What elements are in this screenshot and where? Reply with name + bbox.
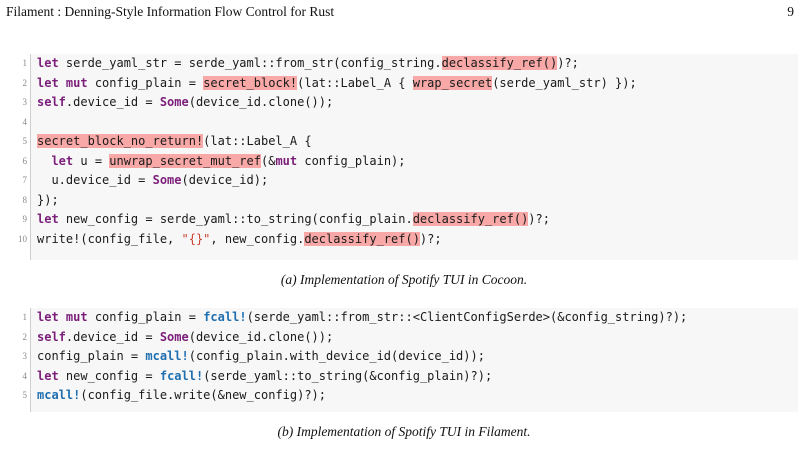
string-literal-token: "{}" — [181, 231, 211, 246]
keyword-token: mut — [275, 153, 298, 168]
code-token: write!(config_file, — [37, 231, 182, 246]
line-number: 9 — [22, 214, 28, 224]
macro-token: fcall! — [159, 368, 204, 383]
listing-caption-b: (b) Implementation of Spotify TUI in Fil… — [277, 424, 531, 439]
code-token: config_plain); — [297, 153, 406, 168]
code-token: (config_file.write(&new_config)?); — [80, 388, 326, 402]
code-line: 9 let new_config = serde_yaml::to_string(… — [23, 210, 798, 230]
code-line: 2 self.device_id = Some(device_id.clone()… — [23, 328, 798, 348]
code-token: (& — [260, 153, 276, 168]
line-number: 10 — [18, 233, 27, 244]
line-number: 2 — [22, 331, 28, 342]
highlighted-code-token: wrap_secret — [412, 75, 493, 90]
code-token: }); — [37, 192, 59, 207]
line-number: 6 — [22, 155, 28, 166]
code-line: 4 — [23, 113, 798, 133]
listing-caption-a: (a) Implementation of Spotify TUI in Coc… — [280, 272, 528, 287]
code-token: .device_id = — [65, 329, 160, 344]
code-line: 1 let mut config_plain = fcall!(serde_yam… — [23, 308, 798, 328]
code-line: 10 write!(config_file, "{}", new_config.d… — [18, 230, 798, 250]
code-line: 5 mcall!(config_file.write(&new_config)?)… — [23, 386, 798, 406]
line-number: 7 — [22, 175, 28, 185]
code-token: u = — [73, 153, 110, 168]
code-listing-filament: 1 let mut config_plain = fcall!(serde_yam… — [23, 308, 798, 412]
code-token: (serde_yaml_str) }); — [492, 75, 637, 90]
keyword-token: Some — [159, 329, 189, 344]
code-token: (lat::Label_A { — [203, 134, 312, 148]
highlighted-code-token: declassify_ref() — [412, 212, 529, 226]
code-line: 2 let mut config_plain = secret_block!(la… — [23, 74, 798, 94]
code-line: 8}); — [23, 191, 798, 211]
line-number: 8 — [22, 194, 28, 205]
line-number: 1 — [22, 312, 28, 322]
code-token: new_config = serde_yaml::to_string(confi… — [58, 212, 413, 226]
code-token: (serde_yaml::from_str::<ClientConfigSerd… — [246, 310, 688, 324]
code-line: 7 u.device_id = Some(device_id); — [23, 171, 798, 191]
keyword-token: self — [37, 95, 66, 109]
line-number: 3 — [22, 351, 28, 361]
code-line: 4 let new_config = fcall!(serde_yaml::to_… — [23, 367, 798, 387]
line-number: 2 — [22, 77, 28, 88]
code-token: new_config = — [58, 368, 160, 383]
keyword-token: mut — [65, 310, 88, 324]
keyword-token: mut — [65, 75, 88, 90]
code-line: 5 secret_block_no_return!(lat::Label_A { — [23, 132, 798, 152]
code-line: 3 config_plain = mcall!(config_plain.with… — [23, 347, 798, 367]
keyword-token: let — [37, 56, 59, 70]
code-token: (config_plain.with_device_id(device_id))… — [188, 349, 485, 363]
code-token: .device_id = — [65, 95, 160, 109]
highlighted-code-token: secret_block! — [203, 75, 298, 90]
highlighted-code-token: unwrap_secret_mut_ref — [109, 153, 261, 168]
keyword-token: let — [37, 368, 59, 383]
macro-token: fcall! — [203, 310, 247, 324]
line-number: 5 — [22, 136, 28, 146]
macro-token: mcall! — [145, 349, 189, 363]
keyword-token: Some — [159, 95, 189, 109]
code-token: )?; — [419, 231, 442, 246]
code-token: , new_config. — [210, 231, 305, 246]
code-token: (device_id.clone()); — [188, 95, 334, 109]
code-token: serde_yaml_str = serde_yaml::from_str(co… — [58, 56, 442, 70]
highlighted-code-token: secret_block_no_return! — [37, 134, 204, 148]
code-token: config_plain = — [87, 310, 204, 324]
code-token: (serde_yaml::to_string(&config_plain)?); — [203, 368, 493, 383]
line-number: 4 — [22, 370, 28, 381]
code-token: u.device_id = — [37, 173, 153, 187]
keyword-token: let — [37, 212, 59, 226]
keyword-token: let — [37, 310, 59, 324]
line-number: 1 — [22, 58, 28, 68]
line-number: 3 — [22, 97, 28, 107]
highlighted-code-token: declassify_ref() — [441, 56, 558, 70]
highlighted-code-token: declassify_ref() — [304, 231, 420, 246]
code-line: 6 let u = unwrap_secret_mut_ref(&mut con… — [23, 152, 798, 172]
code-token: config_plain = — [37, 349, 146, 363]
code-token: (device_id); — [181, 173, 269, 187]
code-token: config_plain = — [87, 75, 204, 90]
code-token: (device_id.clone()); — [188, 329, 334, 344]
code-token: (lat::Label_A { — [297, 75, 413, 90]
keyword-token: self — [37, 329, 66, 344]
code-line: 3 self.device_id = Some(device_id.clone()… — [23, 93, 798, 113]
keyword-token: let — [51, 153, 74, 168]
keyword-token: Some — [152, 173, 182, 187]
page-number: 9 — [787, 4, 794, 19]
code-listing-cocoon: 1 let serde_yaml_str = serde_yaml::from_s… — [18, 54, 798, 260]
code-token: )?; — [557, 56, 579, 70]
line-number: 4 — [22, 116, 28, 127]
line-number: 5 — [22, 390, 28, 400]
macro-token: mcall! — [37, 388, 81, 402]
code-line: 1 let serde_yaml_str = serde_yaml::from_s… — [23, 54, 798, 74]
running-header-title: Filament : Denning-Style Information Flo… — [6, 4, 335, 19]
keyword-token: let — [37, 75, 59, 90]
code-token: )?; — [528, 212, 550, 226]
running-header: Filament : Denning-Style Information Flo… — [6, 4, 794, 24]
